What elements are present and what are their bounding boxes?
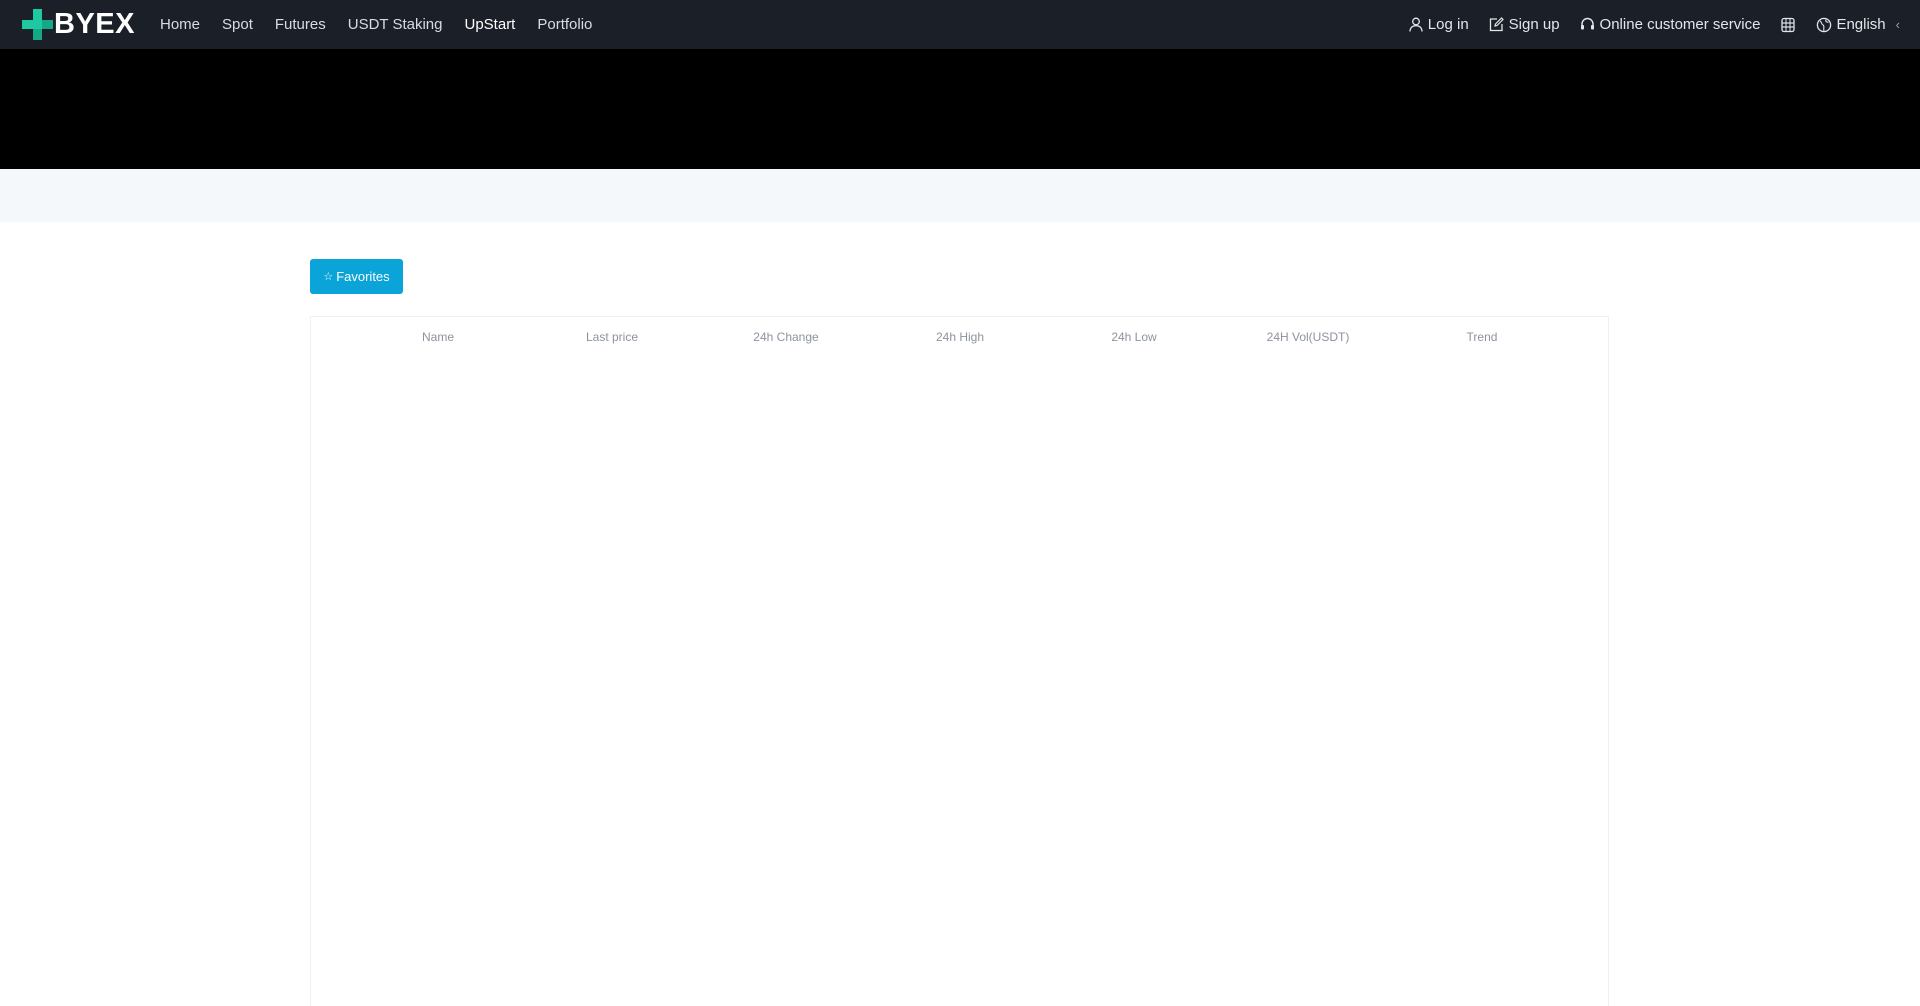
- nav-usdt-staking[interactable]: USDT Staking: [348, 16, 443, 33]
- favorites-button[interactable]: ☆ Favorites: [310, 259, 403, 294]
- language-label: English: [1836, 16, 1886, 33]
- user-icon: [1408, 17, 1424, 33]
- download-app-button[interactable]: [1780, 17, 1796, 33]
- logo-mark-icon: [22, 9, 53, 40]
- login-label: Log in: [1427, 16, 1469, 33]
- brand-logo[interactable]: BYEX: [22, 8, 135, 41]
- edit-icon: [1489, 17, 1505, 33]
- headset-icon: [1580, 17, 1596, 33]
- signup-link[interactable]: Sign up: [1489, 16, 1560, 33]
- top-navigation-bar: BYEX Home Spot Futures USDT Staking UpSt…: [0, 0, 1920, 49]
- language-selector[interactable]: English ‹: [1816, 16, 1900, 33]
- online-service-label: Online customer service: [1599, 16, 1761, 33]
- column-header-last-price[interactable]: Last price: [586, 330, 638, 344]
- main-nav: Home Spot Futures USDT Staking UpStart P…: [160, 0, 614, 49]
- nav-upstart[interactable]: UpStart: [465, 16, 516, 33]
- column-header-24h-vol[interactable]: 24H Vol(USDT): [1267, 330, 1350, 344]
- nav-futures[interactable]: Futures: [275, 16, 326, 33]
- nav-spot[interactable]: Spot: [222, 16, 253, 33]
- column-header-24h-high[interactable]: 24h High: [936, 330, 984, 344]
- globe-icon: [1816, 17, 1832, 33]
- nav-home[interactable]: Home: [160, 16, 200, 33]
- download-app-icon: [1780, 17, 1796, 33]
- star-icon: ☆: [323, 271, 334, 283]
- chevron-left-icon: ‹: [1895, 17, 1900, 32]
- header-actions: Log in Sign up Online customer service E…: [1388, 0, 1900, 49]
- login-link[interactable]: Log in: [1408, 16, 1469, 33]
- favorites-label: Favorites: [336, 269, 390, 284]
- column-header-24h-low[interactable]: 24h Low: [1111, 330, 1156, 344]
- column-header-trend[interactable]: Trend: [1467, 330, 1498, 344]
- signup-label: Sign up: [1508, 16, 1560, 33]
- nav-portfolio[interactable]: Portfolio: [537, 16, 592, 33]
- table-header: Name Last price 24h Change 24h High 24h …: [311, 317, 1608, 357]
- column-header-name[interactable]: Name: [422, 330, 454, 344]
- brand-name: BYEX: [54, 8, 135, 40]
- market-table: Name Last price 24h Change 24h High 24h …: [310, 316, 1609, 1006]
- announcement-strip: [0, 169, 1920, 222]
- online-service-link[interactable]: Online customer service: [1580, 16, 1761, 33]
- column-header-24h-change[interactable]: 24h Change: [753, 330, 818, 344]
- hero-banner: [0, 49, 1920, 169]
